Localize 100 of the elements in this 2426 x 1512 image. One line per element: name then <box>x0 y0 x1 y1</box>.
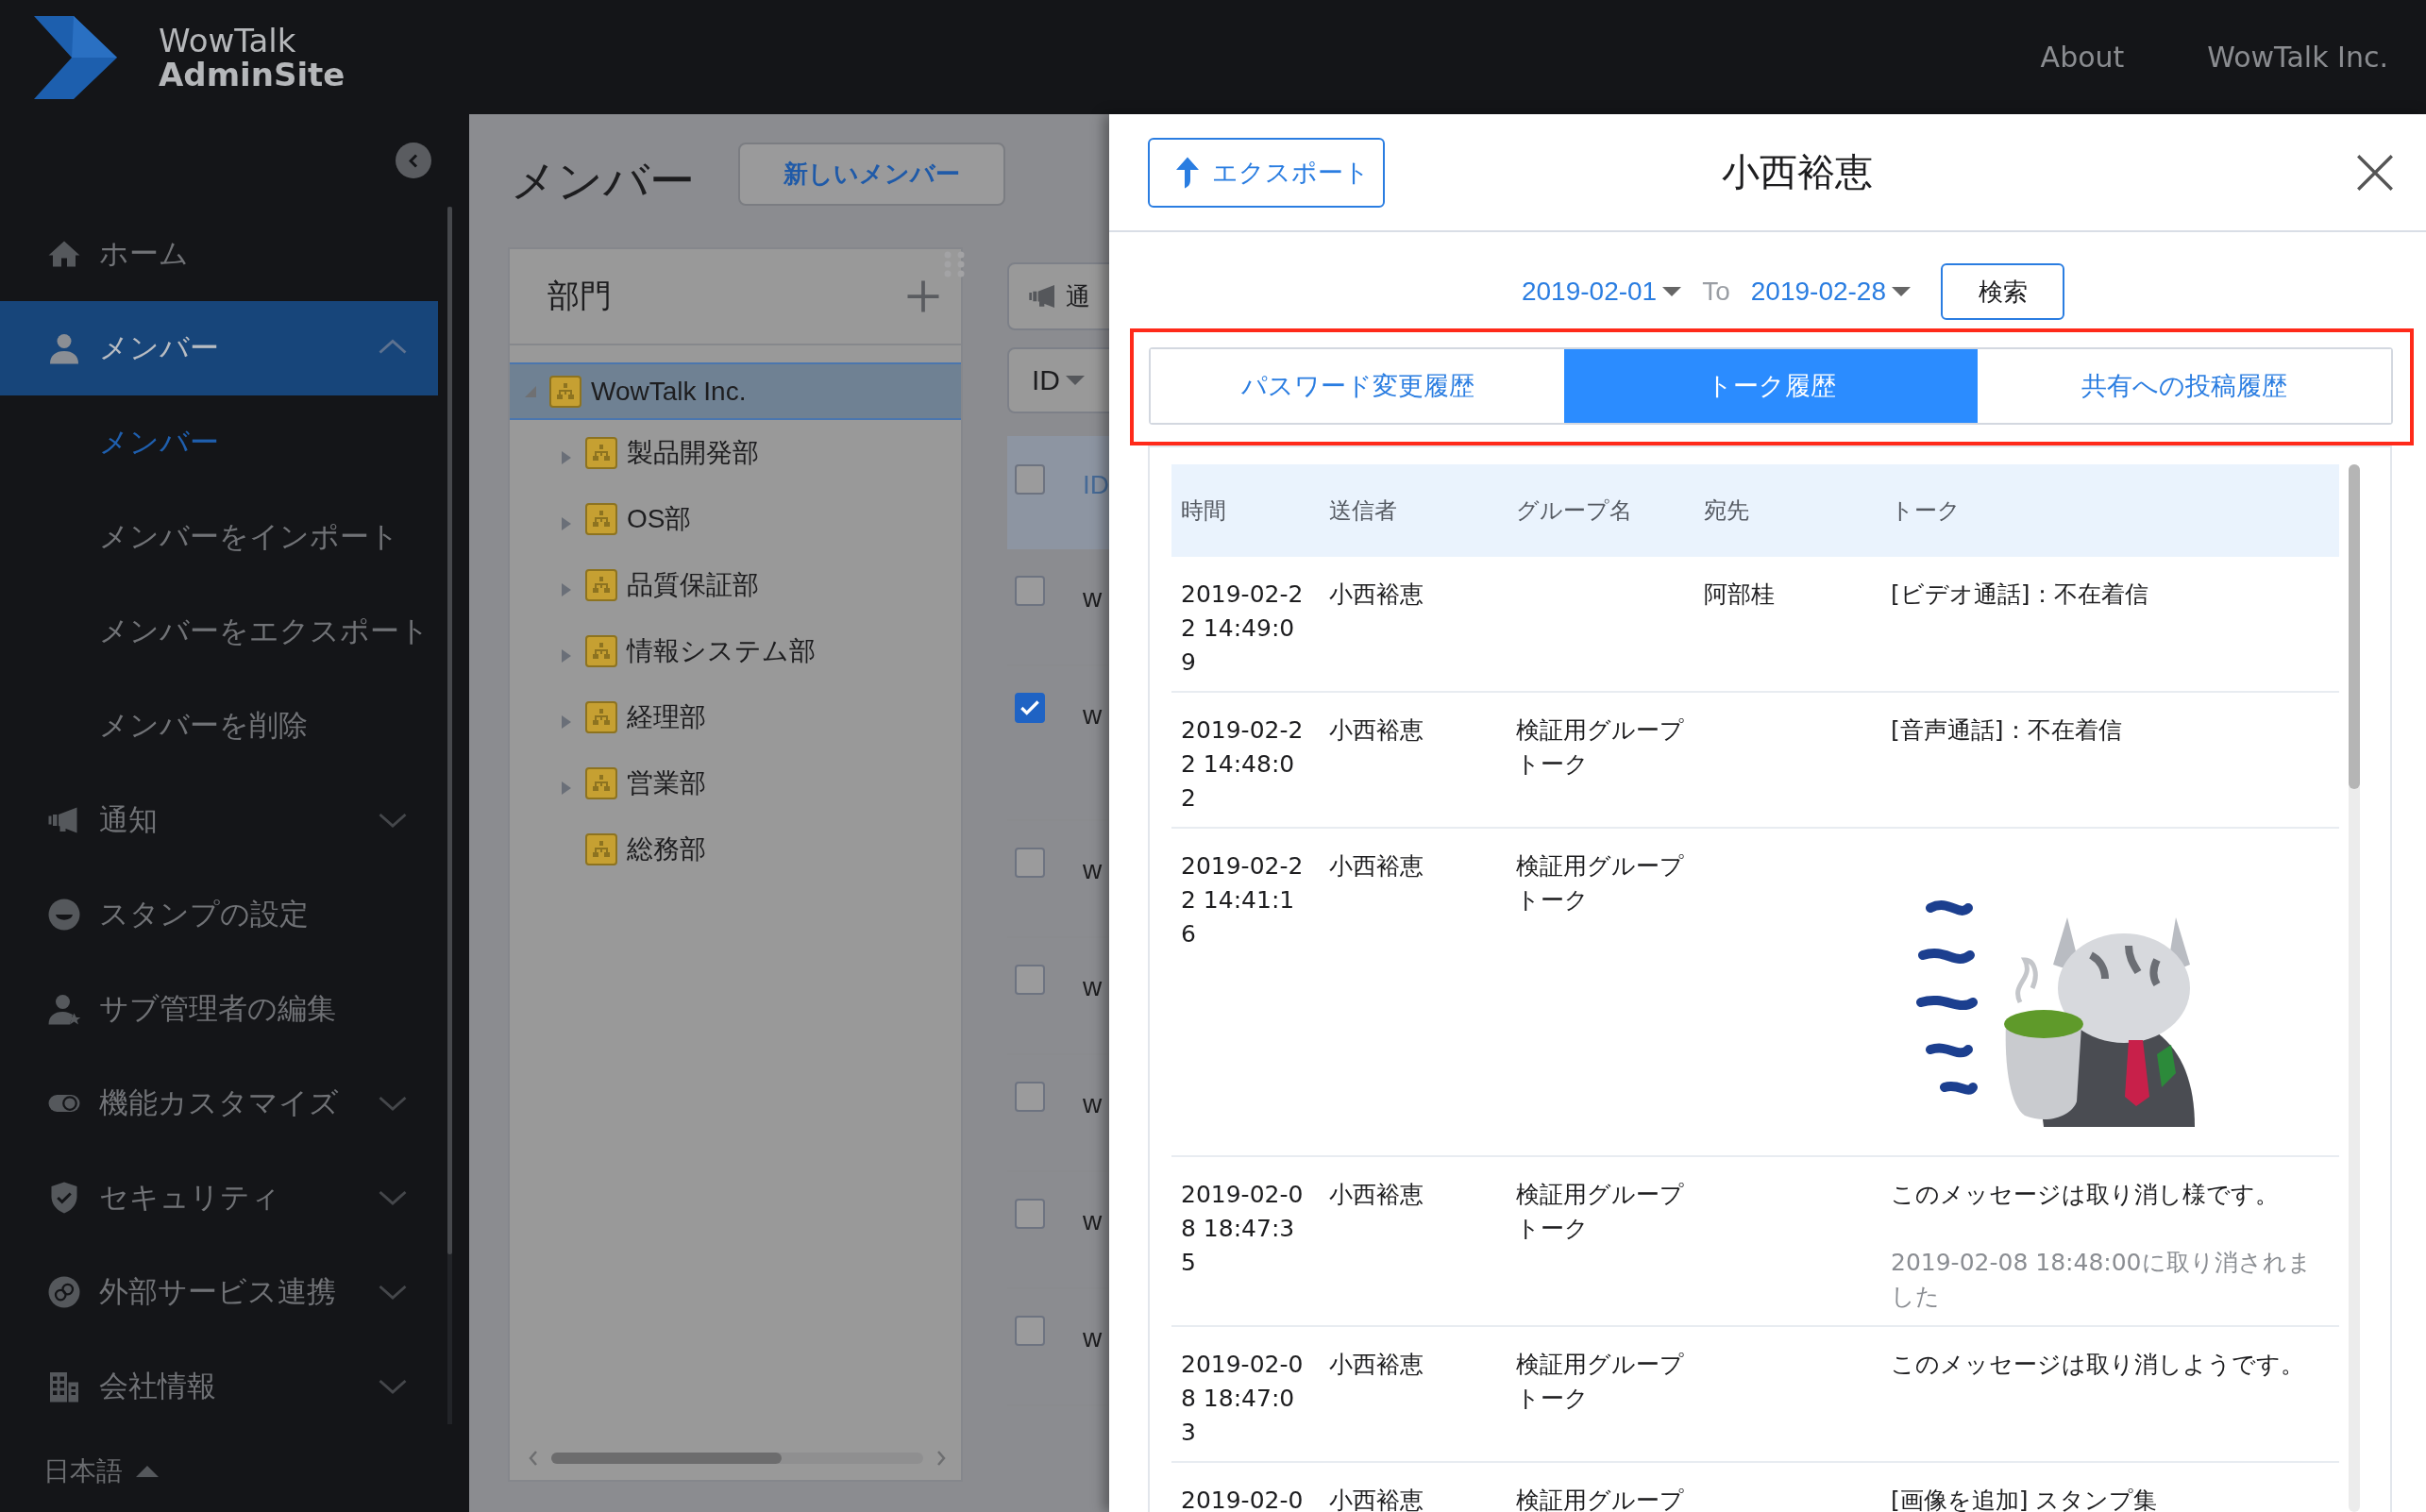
table-cell-text: 2019-02-08 18:47:03 <box>1180 1350 1305 1448</box>
nav-subitem[interactable]: メンバーをエクスポート <box>0 584 438 679</box>
recall-note: 2019-02-08 18:48:00に取り消されました <box>1891 1248 2313 1312</box>
chevron-left-icon <box>527 1449 540 1468</box>
column-header: ID <box>1083 470 1109 500</box>
table-cell-text: 小西裕恵 <box>1328 580 1424 610</box>
checkbox[interactable] <box>1015 576 1045 606</box>
table-cell-text: [ビデオ通話]：不在着信 <box>1890 580 2149 610</box>
logo-text: AdminSite <box>159 57 345 92</box>
tree-item[interactable]: WowTalk Inc. <box>510 362 961 420</box>
folder-tree-icon <box>585 437 617 469</box>
close-icon <box>2356 153 2394 192</box>
table-cell-text: 2019-02-22 14:48:02 <box>1180 715 1305 814</box>
nav-item[interactable]: ホーム <box>0 207 438 301</box>
folder-tree-icon <box>585 503 617 535</box>
tree-item[interactable]: 営業部 <box>510 750 961 816</box>
drawer-title: 小西裕恵 <box>1721 150 1873 194</box>
nav-item[interactable]: セキュリティ <box>0 1151 438 1245</box>
checkbox[interactable] <box>1015 1082 1045 1112</box>
scrollbar[interactable] <box>2349 464 2360 1512</box>
tree-item[interactable]: OS部 <box>510 486 961 552</box>
checkbox[interactable] <box>1015 693 1045 723</box>
tree-item[interactable]: 品質保証部 <box>510 552 961 618</box>
export-button[interactable]: エクスポート <box>1148 137 1385 208</box>
nav-item[interactable]: 機能カスタマイズ <box>0 1056 438 1151</box>
sort-dropdown[interactable]: ID <box>1007 347 1109 413</box>
nav-subitem[interactable]: メンバーをインポート <box>0 490 438 584</box>
folder-tree-icon <box>585 569 617 601</box>
checkbox[interactable] <box>1015 464 1045 495</box>
new-member-button[interactable]: 新しいメンバー <box>738 143 1005 206</box>
checkbox[interactable] <box>1015 965 1045 995</box>
logo-text: WowTalk <box>159 23 297 58</box>
search-button[interactable]: 検索 <box>1941 263 2064 320</box>
column-header: トーク <box>1890 496 1962 526</box>
table-cell-text: 小西裕恵 <box>1328 1486 1424 1512</box>
plus-icon <box>906 279 940 313</box>
language-selector[interactable]: 日本語 <box>0 1443 469 1500</box>
smiley-icon <box>47 898 81 932</box>
building-icon <box>47 1369 81 1403</box>
column-header: 送信者 <box>1328 496 1398 526</box>
nav-subitem[interactable]: メンバー <box>0 395 438 490</box>
range-label: To <box>1702 277 1730 307</box>
date-dropdown[interactable]: 2019-02-28 <box>1750 277 1911 307</box>
table-cell-text: 検証用グループ <box>1515 1486 1685 1512</box>
table-cell-text: 小西裕恵 <box>1328 715 1424 746</box>
table-cell-text: 小西裕恵 <box>1328 851 1424 882</box>
nav-item[interactable]: 外部サービス連携 <box>0 1245 438 1339</box>
table-cell-text: このメッセージは取り消しようです。 <box>1890 1350 2305 1380</box>
add-button[interactable] <box>906 279 940 313</box>
collapse-button[interactable] <box>396 143 431 178</box>
table-cell-text: 2019-02-22 14:41:16 <box>1180 851 1305 949</box>
date-dropdown[interactable]: 2019-02-01 <box>1521 277 1682 307</box>
checkbox[interactable] <box>1015 1199 1045 1229</box>
tree-item[interactable]: 総務部 <box>510 816 961 882</box>
folder-tree-icon <box>549 375 581 408</box>
table-cell-text: 検証用グループトーク <box>1515 851 1685 916</box>
checkbox[interactable] <box>1015 848 1045 878</box>
nav-item[interactable]: 会社情報 <box>0 1339 438 1434</box>
nav-subitem[interactable]: メンバーを削除 <box>0 679 438 773</box>
table-cell-text: 小西裕恵 <box>1328 1180 1424 1210</box>
tree-item[interactable]: 製品開発部 <box>510 420 961 486</box>
nav-link[interactable]: WowTalk Inc. <box>2207 41 2388 74</box>
folder-tree-icon <box>585 767 617 799</box>
checkbox[interactable] <box>1015 1316 1045 1346</box>
table-cell-text: 阿部桂 <box>1703 580 1776 610</box>
table-cell: w <box>1083 972 1103 1002</box>
caret-down-icon <box>1662 287 1682 296</box>
nav-item[interactable]: スタンプの設定 <box>0 867 438 962</box>
nav-item[interactable]: メンバー <box>0 301 438 395</box>
tree-item[interactable]: 経理部 <box>510 684 961 750</box>
panel-title: 部門 <box>548 277 612 315</box>
notify-button[interactable]: 通 <box>1007 262 1109 330</box>
table-cell-text: 2019-02-0 <box>1180 1486 1305 1512</box>
chevron-left-icon <box>409 153 418 168</box>
table-cell-text: 検証用グループトーク <box>1515 1180 1685 1244</box>
column-header: 時間 <box>1180 496 1227 526</box>
table-cell: w <box>1083 1323 1103 1353</box>
link-icon <box>47 1275 81 1309</box>
table-cell-text: 検証用グループトーク <box>1515 715 1685 780</box>
column-header: 宛先 <box>1703 496 1750 526</box>
nav-item[interactable]: サブ管理者の編集 <box>0 962 438 1056</box>
table-cell: w <box>1083 855 1103 885</box>
caret-down-icon <box>1066 376 1085 385</box>
table-cell: w <box>1083 700 1103 731</box>
person-icon <box>47 331 81 365</box>
table-cell-text: 小西裕恵 <box>1328 1350 1424 1380</box>
table-cell-text: [画像を追加] スタンプ集 <box>1890 1486 2159 1512</box>
nav-item[interactable]: 通知 <box>0 773 438 867</box>
folder-tree-icon <box>585 701 617 733</box>
close-button[interactable] <box>2356 153 2394 192</box>
tree-item[interactable]: 情報システム部 <box>510 618 961 684</box>
nav-link[interactable]: About <box>2040 41 2125 74</box>
page-title: メンバー <box>511 154 695 208</box>
table-cell: w <box>1083 1089 1103 1119</box>
table-cell: w <box>1083 1206 1103 1236</box>
folder-tree-icon <box>585 833 617 865</box>
table-cell-text: 2019-02-08 18:47:35 <box>1180 1180 1305 1278</box>
person-star-icon <box>47 992 81 1026</box>
tab[interactable]: トーク履歴 <box>1564 349 1978 423</box>
table-cell-text: このメッセージは取り消し様です。 <box>1891 1180 2280 1210</box>
